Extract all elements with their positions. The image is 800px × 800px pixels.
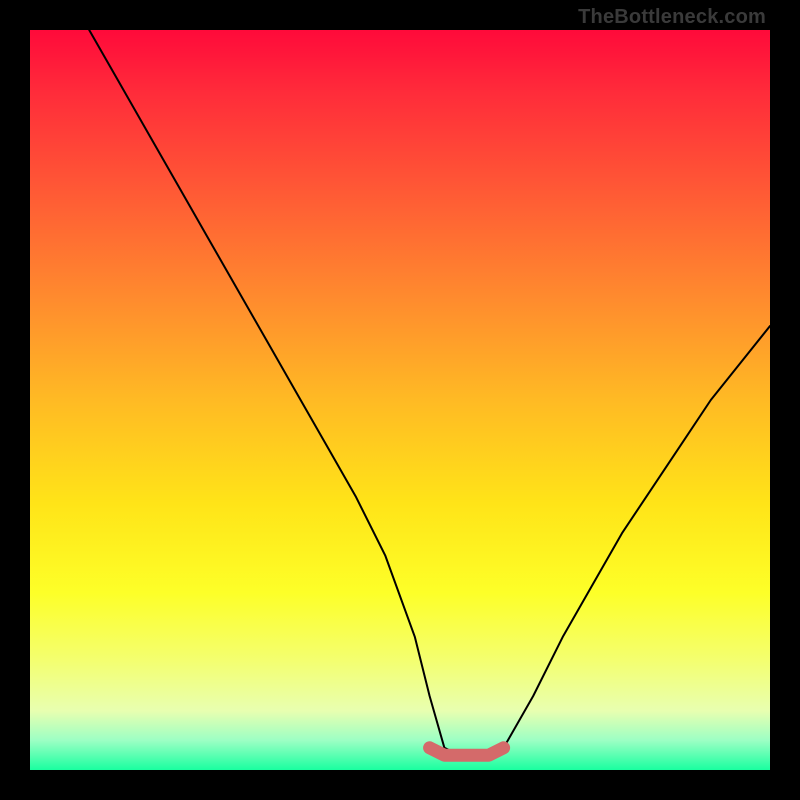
bottleneck-curve-path xyxy=(89,30,770,755)
chart-frame: TheBottleneck.com xyxy=(0,0,800,800)
plot-area xyxy=(30,30,770,770)
watermark-text: TheBottleneck.com xyxy=(578,6,766,29)
flat-zone-marker-path xyxy=(430,748,504,755)
curve-svg xyxy=(30,30,770,770)
